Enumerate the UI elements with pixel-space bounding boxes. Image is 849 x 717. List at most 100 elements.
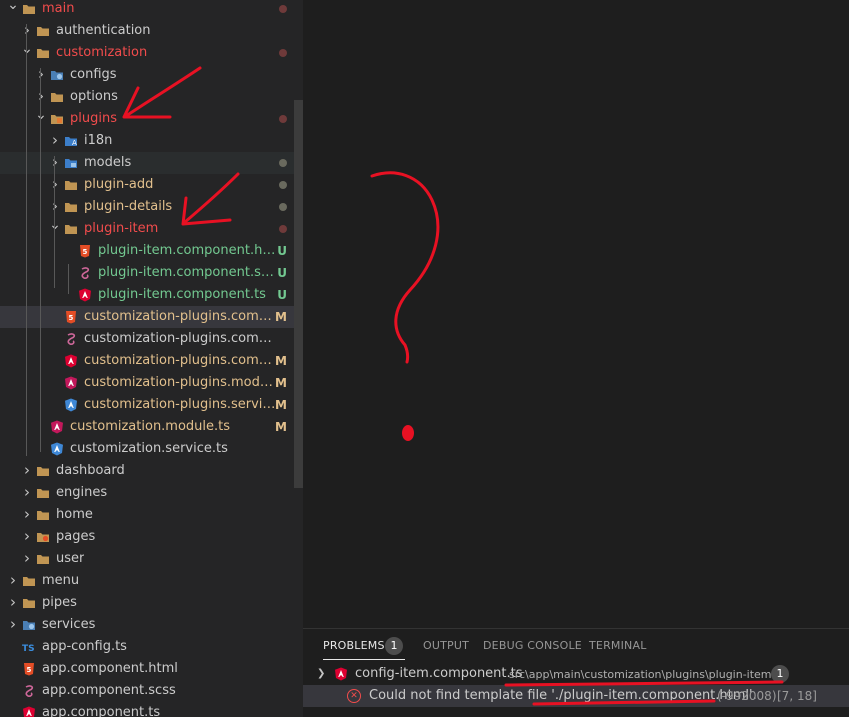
git-status-badge: M <box>275 310 287 324</box>
error-message: Could not find template file './plugin-i… <box>369 688 757 703</box>
tree-folder-i18n[interactable]: › Ai18n <box>0 130 303 152</box>
tab-terminal[interactable]: TERMINAL <box>589 639 647 652</box>
explorer-scrollbar[interactable] <box>294 100 303 488</box>
status-dot <box>279 203 287 211</box>
tree-file[interactable]: customization.service.ts <box>0 438 303 460</box>
tree-file[interactable]: app.component.scss <box>0 680 303 702</box>
tree-folder-services[interactable]: › services <box>0 614 303 636</box>
error-icon: ✕ <box>347 689 361 703</box>
svg-text:5: 5 <box>27 666 32 674</box>
tree-folder-customization[interactable]: ⌄ customization <box>0 42 303 64</box>
indent-guide <box>54 156 55 288</box>
tree-folder-options[interactable]: › options <box>0 86 303 108</box>
problem-file-entry[interactable]: ❯ config-item.component.ts src\app\main\… <box>303 663 849 685</box>
tree-item-label: options <box>70 89 118 104</box>
folder-icon <box>37 49 49 58</box>
tree-file[interactable]: 5 customization-plugins.compon... M <box>0 306 303 328</box>
tree-file[interactable]: customization-plugins.compon... M <box>0 350 303 372</box>
tree-item-label: customization <box>56 45 148 60</box>
folder-icon <box>51 71 63 80</box>
tree-folder-plugin-details[interactable]: › plugin-details <box>0 196 303 218</box>
chevron-right-icon[interactable]: › <box>47 196 63 218</box>
tree-folder-engines[interactable]: › engines <box>0 482 303 504</box>
tree-item-label: plugin-item.component.scss <box>98 265 277 280</box>
problems-count-badge: 1 <box>385 637 403 655</box>
tree-folder-pages[interactable]: › pages <box>0 526 303 548</box>
tree-folder-menu[interactable]: › menu <box>0 570 303 592</box>
editor-area <box>303 0 849 628</box>
chevron-down-icon[interactable]: ⌄ <box>47 218 63 240</box>
tree-item-label: plugin-details <box>84 199 173 214</box>
chevron-down-icon: ❯ <box>317 668 326 679</box>
svg-text:TS: TS <box>22 644 35 654</box>
tree-item-label: main <box>42 1 75 16</box>
tree-file[interactable]: 5 app.component.html <box>0 658 303 680</box>
svg-text:A: A <box>72 139 77 147</box>
chevron-right-icon[interactable]: › <box>19 526 35 548</box>
tree-folder-models[interactable]: › models <box>0 152 303 174</box>
chevron-right-icon[interactable]: › <box>47 130 63 152</box>
tree-item-label: authentication <box>56 23 151 38</box>
git-status-badge: U <box>277 288 287 302</box>
ts-file-icon: TS <box>22 644 35 654</box>
chevron-right-icon[interactable]: › <box>19 460 35 482</box>
tree-file[interactable]: customization.module.ts M <box>0 416 303 438</box>
chevron-right-icon[interactable]: › <box>19 20 35 42</box>
svg-text:5: 5 <box>83 248 88 256</box>
tree-file[interactable]: plugin-item.component.ts U <box>0 284 303 306</box>
folder-icon <box>23 577 35 586</box>
angular-service-file-icon <box>51 442 63 456</box>
problem-error-row[interactable]: ✕ Could not find template file './plugin… <box>303 685 849 707</box>
chevron-right-icon[interactable]: › <box>33 86 49 108</box>
scss-file-icon <box>81 267 90 279</box>
problem-file-count-badge: 1 <box>771 665 789 683</box>
chevron-right-icon[interactable]: › <box>5 570 21 592</box>
chevron-right-icon[interactable]: › <box>47 152 63 174</box>
tree-file[interactable]: customization-plugins.service.ts M <box>0 394 303 416</box>
tree-folder-configs[interactable]: › configs <box>0 64 303 86</box>
tree-file[interactable]: app.component.ts <box>0 702 303 717</box>
tree-item-label: dashboard <box>56 463 125 478</box>
tree-folder-authentication[interactable]: › authentication <box>0 20 303 42</box>
tree-folder-plugin-add[interactable]: › plugin-add <box>0 174 303 196</box>
tab-output[interactable]: OUTPUT <box>423 639 469 652</box>
angular-module-file-icon <box>65 376 77 390</box>
folder-icon <box>37 27 49 36</box>
tree-item-label: plugin-item.component.html <box>98 243 277 258</box>
html-file-icon: 5 <box>24 663 34 676</box>
chevron-right-icon[interactable]: › <box>5 592 21 614</box>
tree-item-label: configs <box>70 67 117 82</box>
tree-item-label: pages <box>56 529 96 544</box>
tree-item-label: plugin-item <box>84 221 159 236</box>
chevron-right-icon[interactable]: › <box>33 64 49 86</box>
chevron-down-icon[interactable]: ⌄ <box>19 42 35 64</box>
status-dot <box>279 5 287 13</box>
error-position: [7, 18] <box>777 689 817 703</box>
git-status-badge: M <box>275 354 287 368</box>
folder-icon <box>37 489 49 498</box>
tree-item-label: customization-plugins.service.ts <box>84 397 277 412</box>
tab-debug-console[interactable]: DEBUG CONSOLE <box>483 639 582 652</box>
tree-item-label: customization.service.ts <box>70 441 228 456</box>
chevron-right-icon[interactable]: › <box>19 482 35 504</box>
tree-folder-main[interactable]: ⌄ main <box>0 0 303 20</box>
chevron-down-icon[interactable]: ⌄ <box>33 108 49 130</box>
chevron-right-icon[interactable]: › <box>19 548 35 570</box>
tree-file[interactable]: customization-plugins.component.s... <box>0 328 303 350</box>
chevron-right-icon[interactable]: › <box>5 614 21 636</box>
tree-folder-user[interactable]: › user <box>0 548 303 570</box>
tree-folder-home[interactable]: › home <box>0 504 303 526</box>
tree-folder-pipes[interactable]: › pipes <box>0 592 303 614</box>
tree-file[interactable]: TS app-config.ts <box>0 636 303 658</box>
chevron-down-icon[interactable]: ⌄ <box>5 0 21 20</box>
tree-folder-plugins[interactable]: ⌄ plugins <box>0 108 303 130</box>
tab-problems[interactable]: PROBLEMS <box>323 639 405 660</box>
tree-folder-plugin-item[interactable]: ⌄ plugin-item <box>0 218 303 240</box>
chevron-right-icon[interactable]: › <box>47 174 63 196</box>
tree-folder-dashboard[interactable]: › dashboard <box>0 460 303 482</box>
tree-file[interactable]: plugin-item.component.scss U <box>0 262 303 284</box>
folder-icon <box>65 203 77 212</box>
tree-file[interactable]: 5 plugin-item.component.html U <box>0 240 303 262</box>
chevron-right-icon[interactable]: › <box>19 504 35 526</box>
tree-file[interactable]: customization-plugins.module.ts M <box>0 372 303 394</box>
